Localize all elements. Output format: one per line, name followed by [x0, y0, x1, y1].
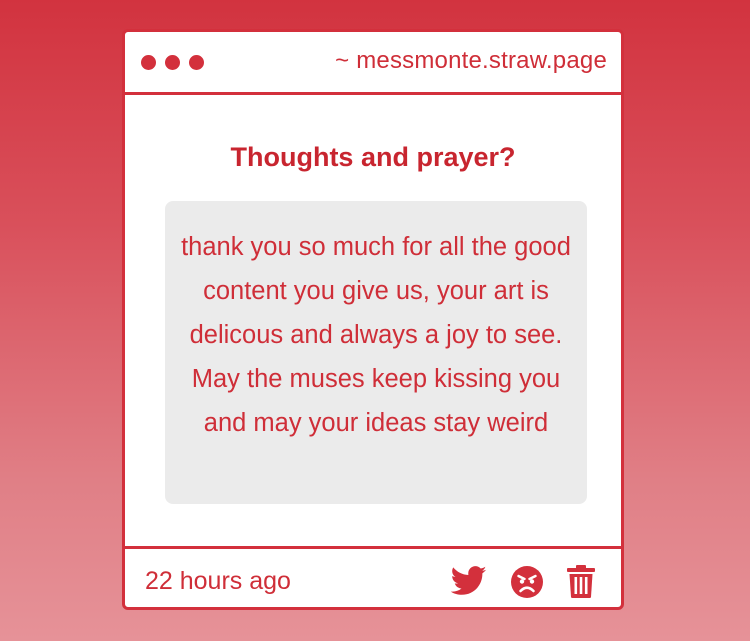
timestamp: 22 hours ago — [145, 567, 291, 595]
window-dot — [189, 55, 204, 70]
question-title: Thoughts and prayer? — [230, 142, 516, 172]
angry-face-icon[interactable] — [510, 565, 544, 599]
window-dot — [165, 55, 180, 70]
post-footer: 22 hours ago — [125, 546, 621, 607]
page-url[interactable]: ~ messmonte.straw.page — [335, 47, 607, 75]
answer-text: thank you so much for all the good conte… — [165, 201, 587, 504]
twitter-icon[interactable] — [451, 565, 487, 597]
post-card: ~ messmonte.straw.page Thoughts and pray… — [122, 29, 624, 610]
window-dot — [141, 55, 156, 70]
window-controls — [141, 55, 204, 71]
window-titlebar: ~ messmonte.straw.page — [125, 32, 621, 95]
trash-icon[interactable] — [566, 564, 596, 599]
